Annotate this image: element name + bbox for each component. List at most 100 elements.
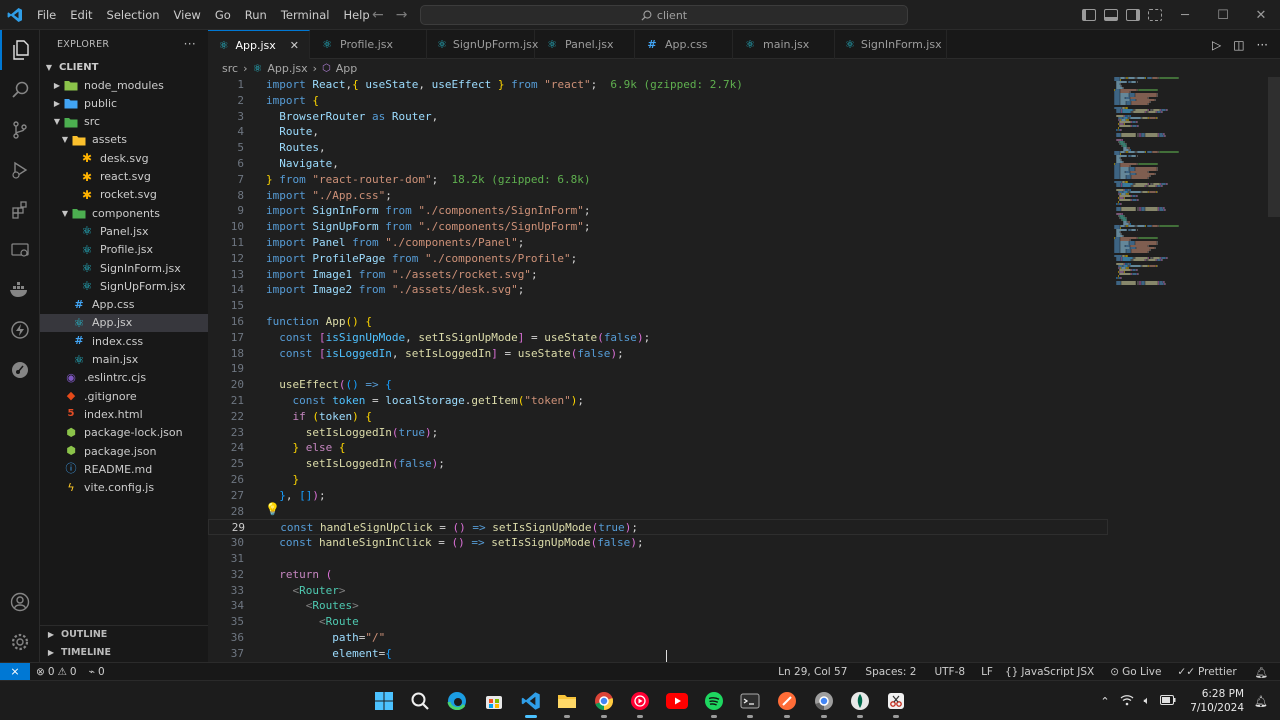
remote-explorer-icon[interactable]	[0, 230, 40, 270]
search-icon[interactable]	[0, 70, 40, 110]
menu-file[interactable]: File	[30, 0, 63, 30]
code-line[interactable]: 29 const handleSignUpClick = () => setIs…	[208, 519, 1108, 536]
code-line[interactable]: 11 import Panel from "./components/Panel"…	[208, 235, 1108, 251]
thunder-client-icon[interactable]	[0, 310, 40, 350]
more-actions-icon[interactable]: ···	[184, 37, 196, 51]
command-center[interactable]: client	[420, 5, 908, 25]
close-window-icon[interactable]: ✕	[1242, 0, 1280, 30]
tree-folder[interactable]: ▶ node_modules	[40, 76, 208, 94]
tab-signinform-jsx[interactable]: ⚛ SignInForm.jsx	[835, 30, 947, 59]
tree-file[interactable]: ϟ vite.config.js	[40, 479, 208, 497]
code-line[interactable]: 33 <Router>	[208, 583, 1108, 599]
code-line[interactable]: 20 useEffect(() => {	[208, 377, 1108, 393]
spotify-icon[interactable]	[702, 689, 726, 718]
menu-go[interactable]: Go	[208, 0, 238, 30]
customize-layout-icon[interactable]	[1148, 9, 1162, 21]
code-line[interactable]: 19	[208, 361, 1108, 377]
edge-icon[interactable]	[445, 689, 469, 713]
menu-selection[interactable]: Selection	[100, 0, 167, 30]
snipping-tool-icon[interactable]	[884, 689, 908, 718]
search-icon[interactable]	[408, 689, 432, 713]
breadcrumb-symbol[interactable]: App	[336, 62, 358, 75]
tree-file[interactable]: # index.css	[40, 332, 208, 350]
tree-file[interactable]: ◆ .gitignore	[40, 387, 208, 405]
windows-start-icon[interactable]	[372, 689, 396, 713]
code-line[interactable]: 13 import Image1 from "./assets/rocket.sv…	[208, 267, 1108, 283]
clock[interactable]: 6:28 PM 7/10/2024	[1190, 687, 1244, 715]
end-of-line[interactable]: LF	[975, 666, 999, 678]
run-debug-icon[interactable]	[0, 150, 40, 190]
toggle-primary-sidebar-icon[interactable]	[1082, 9, 1096, 21]
minimap[interactable]	[1108, 77, 1268, 662]
code-editor[interactable]: 💡 1 import React,{ useState, useEffect } …	[208, 77, 1108, 662]
docker-icon[interactable]	[0, 270, 40, 310]
tree-file[interactable]: ⚛ SignUpForm.jsx	[40, 277, 208, 295]
ports-indicator[interactable]: ⌁ 0	[83, 666, 111, 678]
code-line[interactable]: 5 Routes,	[208, 140, 1108, 156]
tab-panel-jsx[interactable]: ⚛ Panel.jsx	[535, 30, 635, 59]
tree-file[interactable]: ⚛ Panel.jsx	[40, 222, 208, 240]
tree-file[interactable]: ✱ desk.svg	[40, 149, 208, 167]
toggle-secondary-sidebar-icon[interactable]	[1126, 9, 1140, 21]
breadcrumb-folder[interactable]: src	[222, 62, 238, 75]
tree-file[interactable]: ⚛ SignInForm.jsx	[40, 259, 208, 277]
tree-folder[interactable]: ▼ src	[40, 113, 208, 131]
workspace-root[interactable]: ▼ CLIENT	[40, 58, 208, 76]
tab-signupform-jsx[interactable]: ⚛ SignUpForm.jsx	[427, 30, 538, 59]
chevron-up-icon[interactable]: ⌃	[1100, 695, 1109, 708]
code-line[interactable]: 30 const handleSignInClick = () => setIs…	[208, 535, 1108, 551]
mongodb-compass-icon[interactable]	[848, 689, 872, 718]
code-line[interactable]: 1 import React,{ useState, useEffect } fr…	[208, 77, 1108, 93]
breadcrumb-file[interactable]: App.jsx	[267, 62, 307, 75]
menu-help[interactable]: Help	[336, 0, 376, 30]
code-line[interactable]: 31	[208, 551, 1108, 567]
arrow-left-icon[interactable]: ←	[372, 7, 384, 23]
tree-file[interactable]: ⬢ package.json	[40, 442, 208, 460]
minimize-icon[interactable]: ─	[1166, 0, 1204, 30]
tree-folder[interactable]: ▼ components	[40, 204, 208, 222]
code-line[interactable]: 7} from "react-router-dom"; 18.2k (gzipp…	[208, 172, 1108, 188]
tree-file[interactable]: ✱ rocket.svg	[40, 186, 208, 204]
tree-file[interactable]: ⓘ README.md	[40, 460, 208, 478]
wifi-icon[interactable]	[1120, 694, 1134, 709]
tab-main-jsx[interactable]: ⚛ main.jsx	[733, 30, 835, 59]
run-icon[interactable]: ▷	[1212, 38, 1221, 52]
settings-gear-icon[interactable]	[0, 622, 40, 662]
code-line[interactable]: 9 import SignInForm from "./components/Si…	[208, 203, 1108, 219]
timeline-section[interactable]: ▶ TIMELINE	[40, 643, 208, 661]
code-line[interactable]: 12 import ProfilePage from "./components/…	[208, 251, 1108, 267]
tree-file[interactable]: ⚛ Profile.jsx	[40, 241, 208, 259]
maximize-icon[interactable]: ☐	[1204, 0, 1242, 30]
git-graph-icon[interactable]	[0, 350, 40, 390]
arrow-right-icon[interactable]: →	[396, 7, 408, 23]
vscode-icon[interactable]	[519, 689, 543, 718]
code-line[interactable]: 35 <Route	[208, 614, 1108, 630]
tree-file[interactable]: ⚛ App.jsx	[40, 313, 208, 332]
tree-folder[interactable]: ▶ public	[40, 94, 208, 112]
file-explorer-icon[interactable]	[555, 689, 579, 718]
language-mode[interactable]: {} JavaScript JSX	[999, 666, 1100, 678]
source-control-icon[interactable]	[0, 110, 40, 150]
notifications-bell-icon[interactable]: 🔔︎	[1249, 666, 1274, 679]
code-line[interactable]: 14 import Image2 from "./assets/desk.svg"…	[208, 282, 1108, 298]
code-line[interactable]: 3 BrowserRouter as Router,	[208, 109, 1108, 125]
code-line[interactable]: 37 element={	[208, 646, 1108, 662]
menu-view[interactable]: View	[167, 0, 208, 30]
code-line[interactable]: 16 function App() {	[208, 314, 1108, 330]
go-live-button[interactable]: ⊙ Go Live	[1104, 666, 1167, 678]
code-line[interactable]: 25 setIsLoggedIn(false);	[208, 456, 1108, 472]
tree-file[interactable]: ✱ react.svg	[40, 168, 208, 186]
code-line[interactable]: 2 import {	[208, 93, 1108, 109]
menu-terminal[interactable]: Terminal	[274, 0, 337, 30]
code-line[interactable]: 22 if (token) {	[208, 409, 1108, 425]
code-line[interactable]: 21 const token = localStorage.getItem("t…	[208, 393, 1108, 409]
code-line[interactable]: 18 const [isLoggedIn, setIsLoggedIn] = u…	[208, 346, 1108, 362]
cursor-position[interactable]: Ln 29, Col 57	[772, 666, 853, 678]
code-line[interactable]: 23 setIsLoggedIn(true);	[208, 425, 1108, 441]
chrome-dev-icon[interactable]	[812, 689, 836, 718]
youtube-music-icon[interactable]	[628, 689, 652, 718]
chrome-icon[interactable]	[592, 689, 616, 718]
toggle-panel-icon[interactable]	[1104, 9, 1118, 21]
tree-file[interactable]: # App.css	[40, 296, 208, 314]
code-line[interactable]: 32 return (	[208, 567, 1108, 583]
